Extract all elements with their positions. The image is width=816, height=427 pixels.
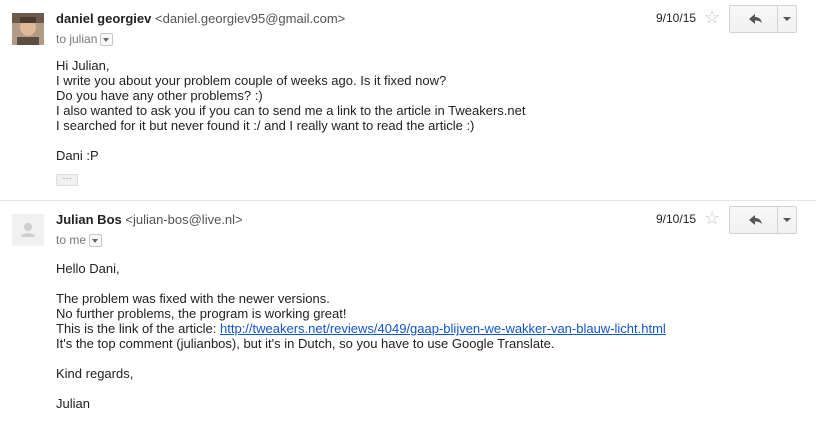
sender-avatar[interactable] — [12, 214, 44, 246]
sender-avatar[interactable] — [12, 13, 44, 45]
recipient-line: to julian — [56, 32, 114, 47]
sender-email: <daniel.georgiev95@gmail.com> — [155, 11, 346, 26]
reply-icon — [749, 215, 762, 225]
default-avatar-icon — [12, 214, 44, 246]
sender: daniel georgiev <daniel.georgiev95@gmail… — [56, 11, 345, 26]
sender-name[interactable]: daniel georgiev — [56, 11, 151, 26]
body-line: Dani :P — [56, 148, 99, 163]
link-prefix: This is the link of the article: — [56, 321, 221, 336]
more-options-button[interactable] — [778, 207, 796, 233]
message-body: Hi Julian, I write you about your proble… — [56, 58, 525, 163]
sender-name[interactable]: Julian Bos — [56, 212, 122, 227]
body-line: Kind regards, — [56, 366, 134, 381]
body-line: I also wanted to ask you if you can to s… — [56, 103, 526, 118]
recipient-line: to me — [56, 233, 103, 248]
body-line: Hello Dani, — [56, 261, 120, 276]
message-body: Hello Dani, The problem was fixed with t… — [56, 261, 666, 411]
email-message: daniel georgiev <daniel.georgiev95@gmail… — [0, 0, 816, 200]
star-icon[interactable]: ☆ — [704, 8, 720, 26]
reply-button-group — [729, 206, 797, 234]
body-line: I searched for it but never found it :/ … — [56, 118, 475, 133]
reply-button-group — [729, 5, 797, 33]
body-line: It's the top comment (julianbos), but it… — [56, 336, 555, 351]
more-options-button[interactable] — [778, 6, 796, 32]
body-line: This is the link of the article: http://… — [56, 321, 666, 336]
body-line: Hi Julian, — [56, 58, 110, 73]
body-line: The problem was fixed with the newer ver… — [56, 291, 330, 306]
reply-icon — [749, 14, 762, 24]
recipient-text: to me — [56, 233, 87, 247]
recipient-text: to julian — [56, 32, 98, 46]
message-date: 9/10/15 — [656, 11, 697, 25]
reply-button[interactable] — [730, 207, 778, 233]
sender-email: <julian-bos@live.nl> — [125, 212, 243, 227]
show-details-dropdown-icon[interactable] — [89, 234, 103, 248]
show-trimmed-content-button[interactable]: ··· — [56, 174, 78, 186]
reply-button[interactable] — [730, 6, 778, 32]
message-date: 9/10/15 — [656, 212, 697, 226]
body-line: Julian — [56, 396, 90, 411]
star-icon[interactable]: ☆ — [704, 209, 720, 227]
show-details-dropdown-icon[interactable] — [100, 33, 114, 47]
body-line: I write you about your problem couple of… — [56, 73, 447, 88]
body-line: No further problems, the program is work… — [56, 306, 347, 321]
email-message: Julian Bos <julian-bos@live.nl> to me 9/… — [0, 200, 816, 427]
body-line: Do you have any other problems? :) — [56, 88, 263, 103]
article-link[interactable]: http://tweakers.net/reviews/4049/gaap-bl… — [220, 321, 666, 336]
sender: Julian Bos <julian-bos@live.nl> — [56, 212, 243, 227]
